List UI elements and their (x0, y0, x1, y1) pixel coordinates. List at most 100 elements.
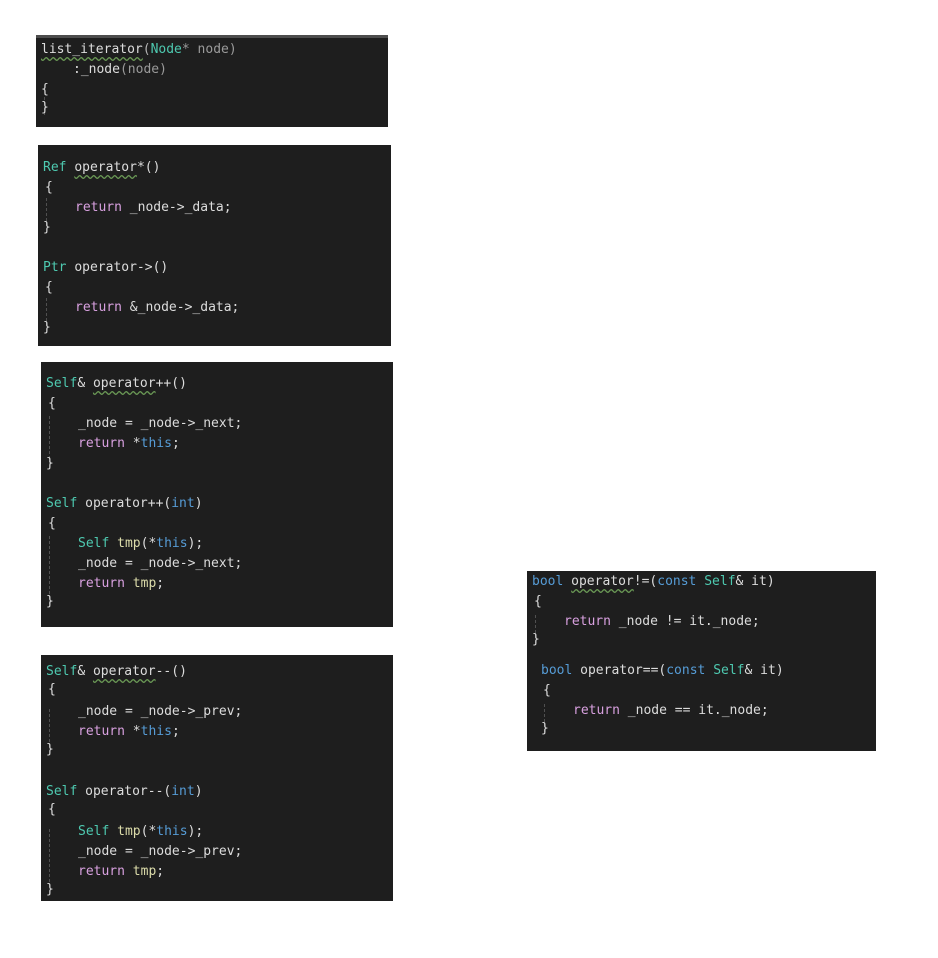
code-line: :_node(node) (73, 60, 167, 80)
code-line: { (48, 514, 56, 534)
return-type: bool (532, 574, 564, 589)
paren: ( (142, 42, 151, 57)
code-line: _node = _node->_next; (78, 414, 242, 434)
paren: ); (187, 536, 204, 551)
return-keyword: return (75, 200, 122, 215)
return-type: Self (46, 784, 78, 799)
open-brace: { (48, 396, 56, 411)
function-name: operator (92, 376, 156, 391)
return-type: Self (46, 496, 78, 511)
code-line: { (48, 800, 56, 820)
return-keyword: return (78, 864, 125, 879)
code-line: return &_node->_data; (75, 298, 239, 318)
return-type: Self (46, 376, 78, 391)
semicolon: ; (156, 864, 165, 879)
panel-top-border (36, 35, 388, 38)
signature: operator==( (580, 663, 667, 678)
code-line: Ref operator*() (43, 158, 160, 178)
code-line: return _node != it._node; (564, 612, 760, 632)
code-line: } (532, 630, 540, 650)
code-line: bool operator==(const Self& it) (541, 661, 784, 681)
signature: --() (155, 664, 187, 679)
code-line: Self tmp(*this); (78, 822, 203, 842)
int-keyword: int (171, 784, 195, 799)
code-line: Ptr operator->() (43, 258, 168, 278)
code-line: Self& operator++() (46, 374, 187, 394)
paren: (* (140, 824, 157, 839)
paren: ) (194, 784, 203, 799)
type-name: Self (713, 663, 745, 678)
const-keyword: const (666, 663, 706, 678)
close-brace: } (43, 320, 51, 335)
param: * node) (181, 42, 237, 57)
param: & it) (744, 663, 784, 678)
return-keyword: return (564, 614, 611, 629)
code-panel-constructor: list_iterator(Node* node) :_node(node) {… (36, 35, 388, 127)
code-line: return _node == it._node; (573, 701, 769, 721)
return-keyword: return (573, 703, 620, 718)
variable-name: tmp (132, 864, 157, 879)
code-line: { (534, 592, 542, 612)
close-brace: } (46, 742, 54, 757)
code-line: return _node->_data; (75, 198, 232, 218)
return-keyword: return (78, 724, 125, 739)
close-brace: } (46, 456, 54, 471)
open-brace: { (45, 180, 53, 195)
initializer: :_node (73, 62, 120, 77)
return-keyword: return (78, 436, 125, 451)
code-line: return tmp; (78, 862, 164, 882)
code-line: _node = _node->_next; (78, 554, 242, 574)
code-line: Self tmp(*this); (78, 534, 203, 554)
this-keyword: this (140, 724, 172, 739)
close-brace: } (532, 632, 540, 647)
type-name: Self (704, 574, 736, 589)
code-line: { (48, 394, 56, 414)
semicolon: ; (156, 576, 165, 591)
statement: _node = _node->_next; (78, 416, 243, 431)
semicolon: ; (171, 436, 180, 451)
code-line: { (48, 680, 56, 700)
deref-operator: * (132, 724, 141, 739)
function-name: list_iterator (41, 42, 143, 57)
code-line: _node = _node->_prev; (78, 842, 242, 862)
variable-name: tmp (117, 536, 141, 551)
return-keyword: return (78, 576, 125, 591)
return-type: bool (541, 663, 573, 678)
semicolon: ; (171, 724, 180, 739)
code-panel-decrement: Self& operator--() { _node = _node->_pre… (41, 655, 393, 901)
statement: _node = _node->_prev; (78, 704, 243, 719)
code-line: { (45, 178, 53, 198)
code-line: { (41, 80, 49, 100)
return-type: Self (46, 664, 78, 679)
expression: &_node->_data; (129, 300, 240, 315)
expression: _node == it._node; (627, 703, 769, 718)
open-brace: { (48, 802, 56, 817)
code-line: } (43, 218, 51, 238)
int-keyword: int (171, 496, 195, 511)
code-line: _node = _node->_prev; (78, 702, 242, 722)
deref-operator: * (132, 436, 141, 451)
this-keyword: this (140, 436, 172, 451)
expression: _node->_data; (129, 200, 232, 215)
initializer-arg: (node) (119, 62, 167, 77)
function-name: operator (92, 664, 156, 679)
code-line: } (46, 592, 54, 612)
this-keyword: this (156, 536, 188, 551)
code-line: } (46, 454, 54, 474)
open-brace: { (534, 594, 542, 609)
signature: operator->() (74, 260, 169, 275)
variable-name: tmp (117, 824, 141, 839)
code-line: list_iterator(Node* node) (41, 40, 237, 60)
code-line: { (45, 278, 53, 298)
open-brace: { (45, 280, 53, 295)
code-line: return tmp; (78, 574, 164, 594)
code-line: return *this; (78, 434, 180, 454)
variable-name: tmp (132, 576, 157, 591)
signature: ++() (155, 376, 187, 391)
code-line: Self operator--(int) (46, 782, 203, 802)
code-panel-dereference: Ref operator*() { return _node->_data; }… (38, 145, 391, 346)
return-type: Ref (43, 160, 67, 175)
statement: _node = _node->_prev; (78, 844, 243, 859)
code-panel-increment: Self& operator++() { _node = _node->_nex… (41, 362, 393, 627)
code-line: Self operator++(int) (46, 494, 203, 514)
